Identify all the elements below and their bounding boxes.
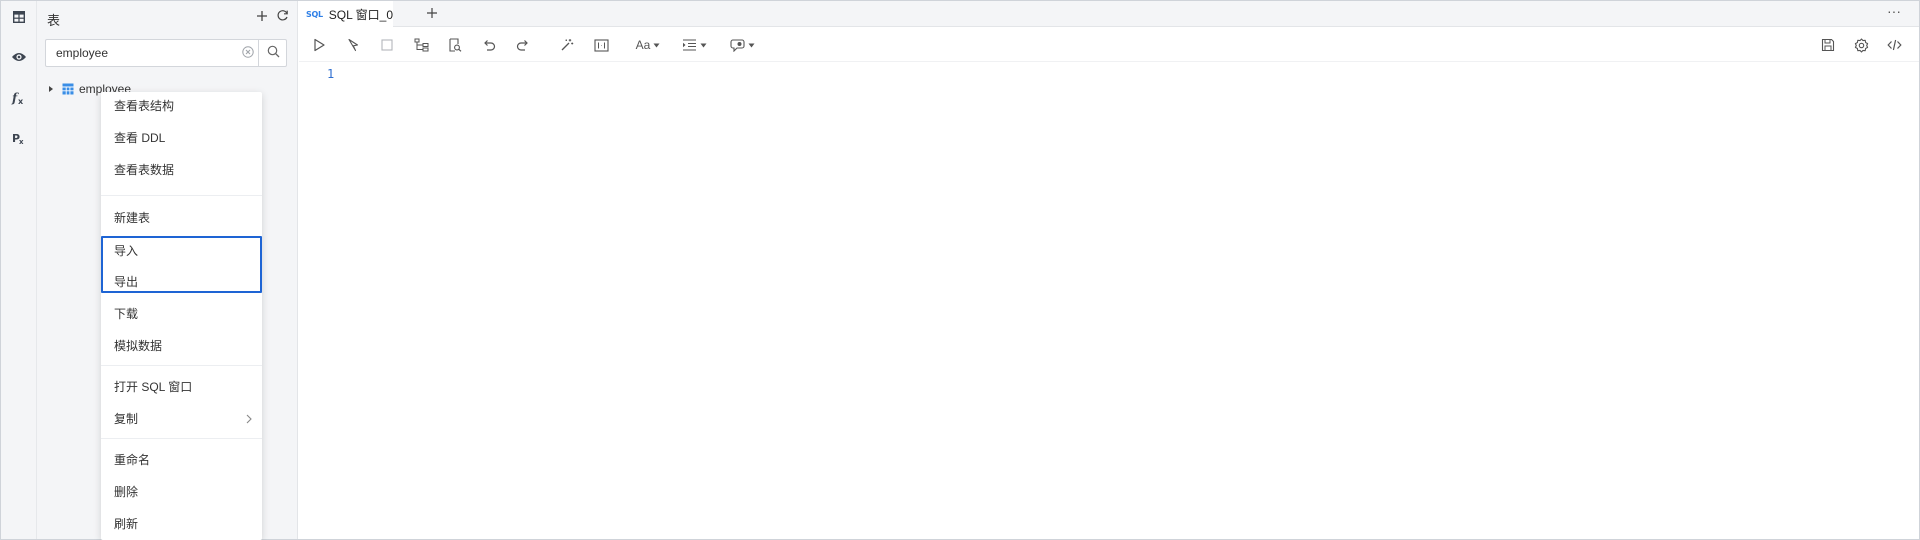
- expand-caret-icon[interactable]: [45, 83, 57, 95]
- run-selected-button[interactable]: [343, 35, 363, 55]
- editor-toolbar: Aa: [299, 28, 1919, 62]
- menu-item-copy[interactable]: 复制: [101, 405, 262, 431]
- clear-search-button[interactable]: [241, 45, 255, 61]
- view-icon: [11, 51, 27, 63]
- context-menu: 查看表结构 查看 DDL 查看表数据 新建表 导入 导出 下载 模拟数据 打开 …: [101, 92, 262, 540]
- menu-item-delete[interactable]: 删除: [101, 478, 262, 504]
- undo-icon: [482, 39, 496, 51]
- tab-sql-window[interactable]: SQL SQL 窗口_0: [299, 1, 393, 27]
- add-tab-button[interactable]: [424, 6, 440, 22]
- plus-icon: [426, 7, 438, 22]
- sql-editor[interactable]: 1: [299, 62, 1919, 539]
- magic-wand-icon: [560, 38, 574, 52]
- undo-button[interactable]: [479, 35, 499, 55]
- menu-divider: [101, 438, 262, 439]
- stop-button[interactable]: [377, 35, 397, 55]
- more-tabs-button[interactable]: ···: [1887, 3, 1901, 19]
- svg-text:x: x: [18, 97, 24, 106]
- indent-dropdown[interactable]: [679, 35, 709, 55]
- tab-bar: SQL SQL 窗口_0 ···: [299, 1, 1919, 27]
- procedures-activity-button[interactable]: Px: [1, 122, 37, 154]
- menu-item-copy-label: 复制: [114, 411, 139, 426]
- menu-item-download[interactable]: 下载: [101, 300, 262, 326]
- plus-icon: [256, 10, 268, 25]
- menu-item-export[interactable]: 导出: [101, 268, 262, 294]
- caret-down-icon: [700, 43, 707, 48]
- menu-item-mock-data[interactable]: 模拟数据: [101, 332, 262, 358]
- search-button[interactable]: [258, 39, 288, 67]
- panel-title: 表: [47, 13, 61, 28]
- sql-file-icon: SQL: [306, 9, 323, 19]
- menu-item-rename[interactable]: 重命名: [101, 446, 262, 472]
- save-button[interactable]: [1818, 35, 1838, 55]
- tab-label: SQL 窗口_0: [328, 7, 394, 22]
- tree-structure-icon: [414, 38, 429, 52]
- search-input[interactable]: [46, 40, 258, 66]
- tables-activity-button[interactable]: [1, 1, 37, 33]
- text-box-icon: [593, 38, 609, 52]
- add-table-button[interactable]: [254, 9, 270, 25]
- clear-icon: [242, 45, 254, 61]
- redo-icon: [516, 39, 530, 51]
- find-button[interactable]: [445, 35, 465, 55]
- redo-button[interactable]: [513, 35, 533, 55]
- code-view-button[interactable]: [1884, 35, 1904, 55]
- menu-item-new-table[interactable]: 新建表: [101, 204, 262, 230]
- gear-icon: [1854, 37, 1869, 53]
- views-activity-button[interactable]: [1, 41, 37, 73]
- menu-item-open-sql-window[interactable]: 打开 SQL 窗口: [101, 373, 262, 399]
- search-box: [45, 39, 287, 67]
- chevron-right-icon: [245, 413, 253, 424]
- snippets-dropdown[interactable]: [727, 35, 757, 55]
- menu-item-view-ddl[interactable]: 查看 DDL: [101, 124, 262, 150]
- refresh-tables-button[interactable]: [274, 9, 290, 25]
- font-size-label: Aa: [635, 38, 651, 52]
- explain-plan-button[interactable]: [411, 35, 431, 55]
- menu-divider: [101, 195, 262, 196]
- procedure-icon: Px: [11, 130, 27, 146]
- file-search-icon: [448, 38, 462, 52]
- table-icon: [12, 10, 26, 24]
- settings-button[interactable]: [1851, 35, 1871, 55]
- refresh-icon: [276, 9, 289, 25]
- menu-item-view-data[interactable]: 查看表数据: [101, 156, 262, 182]
- menu-divider: [101, 365, 262, 366]
- stop-icon: [381, 39, 393, 51]
- save-icon: [1821, 38, 1835, 52]
- function-icon: fx: [11, 90, 27, 106]
- menu-item-view-structure[interactable]: 查看表结构: [101, 92, 262, 118]
- menu-item-import[interactable]: 导入: [101, 237, 262, 263]
- indent-icon: [682, 39, 697, 51]
- caret-down-icon: [653, 43, 660, 48]
- caret-down-icon: [748, 43, 755, 48]
- font-size-dropdown[interactable]: Aa: [633, 35, 663, 55]
- code-icon: [1886, 39, 1902, 51]
- table-icon: [62, 83, 75, 96]
- format-sql-button[interactable]: [557, 35, 577, 55]
- code-snippet-icon: [729, 38, 745, 52]
- line-number: 1: [327, 67, 335, 81]
- activity-bar: fx Px: [1, 1, 37, 539]
- play-icon: [312, 38, 326, 52]
- svg-text:x: x: [19, 138, 24, 146]
- search-icon: [267, 45, 280, 61]
- menu-item-refresh[interactable]: 刷新: [101, 510, 262, 536]
- variables-button[interactable]: [591, 35, 611, 55]
- cursor-icon: [346, 38, 360, 52]
- run-button[interactable]: [309, 35, 329, 55]
- functions-activity-button[interactable]: fx: [1, 82, 37, 114]
